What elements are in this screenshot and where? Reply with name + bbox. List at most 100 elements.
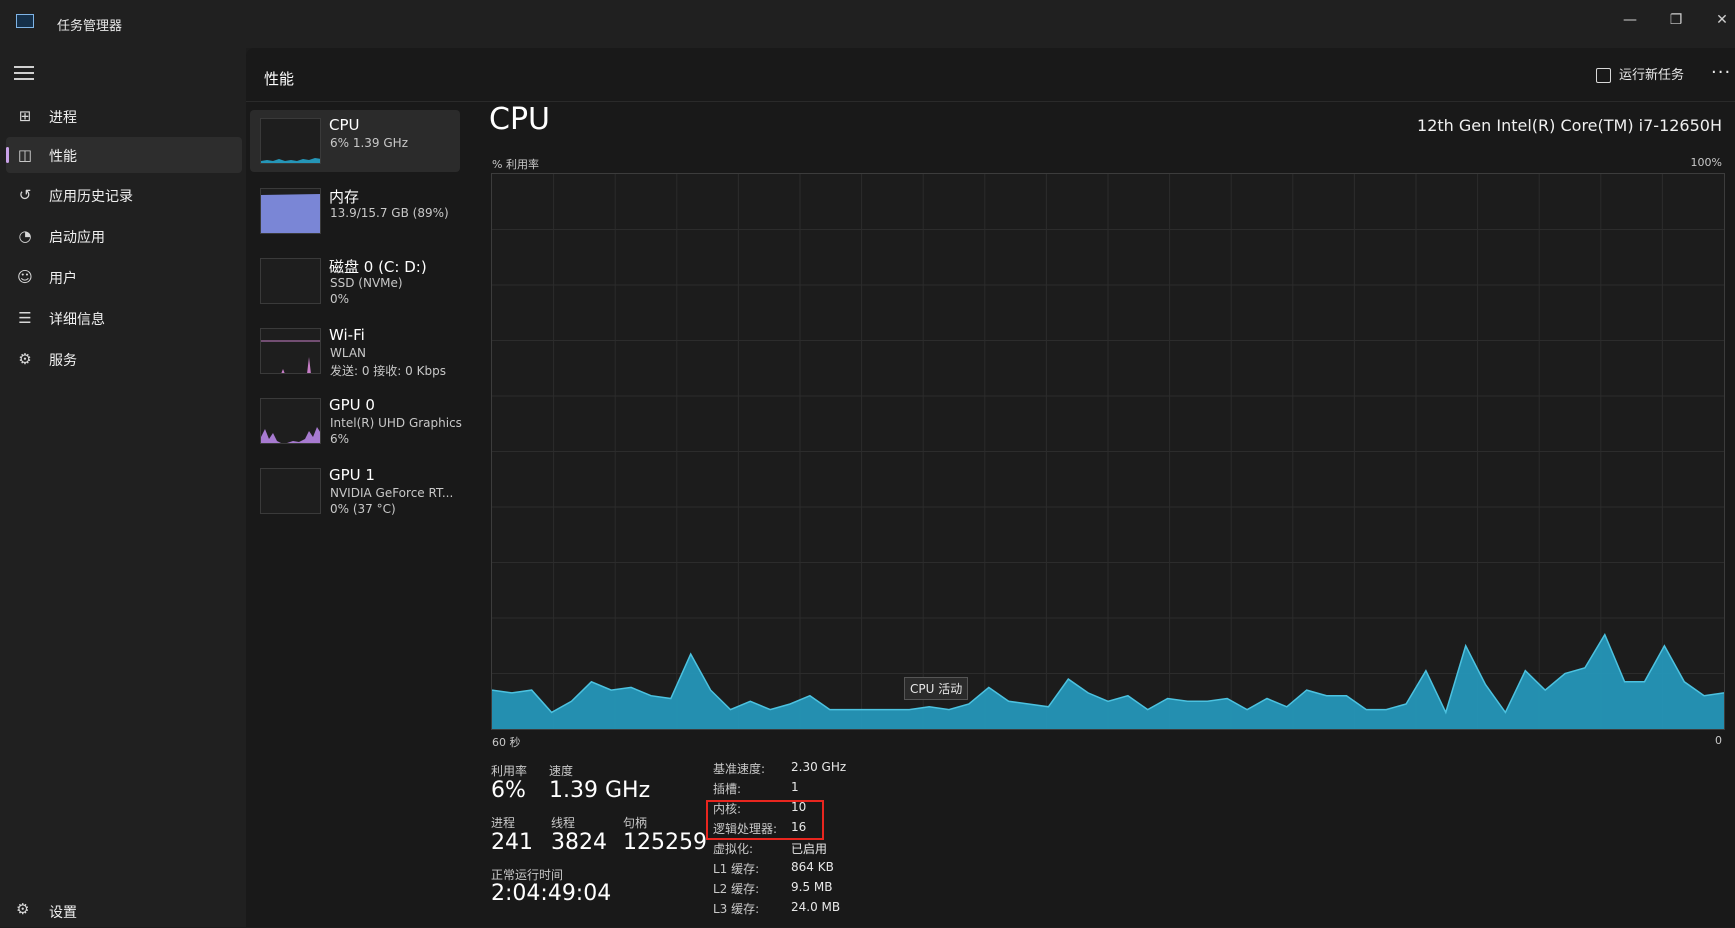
cpu-thumbnail-graph [261, 158, 320, 163]
highlight-box [706, 800, 824, 840]
memory-thumbnail-graph [261, 194, 320, 233]
time-start-label: 60 秒 [492, 736, 521, 749]
spec-label: L1 缓存: [713, 862, 760, 876]
threads-label: 线程 [551, 816, 576, 830]
processes-label: 进程 [491, 816, 516, 830]
spec-label: L3 缓存: [713, 902, 760, 916]
device-memory[interactable]: 内存 13.9/15.7 GB (89%) [250, 180, 460, 242]
window-title: 任务管理器 [57, 19, 123, 34]
device-disk-0[interactable]: 磁盘 0 (C: D:) SSD (NVMe) 0% [250, 250, 460, 312]
header-divider [246, 101, 1735, 102]
spec-value: 864 KB [791, 860, 834, 874]
device-gpu-0[interactable]: GPU 0 Intel(R) UHD Graphics 6% [250, 390, 462, 452]
sidebar-item-startup-apps[interactable]: ◔ 启动应用 [6, 218, 242, 254]
speed-value: 1.39 GHz [549, 778, 651, 803]
menu-icon[interactable] [14, 66, 34, 82]
spec-label: 插槽: [713, 782, 742, 796]
spec-value: 24.0 MB [791, 900, 841, 914]
cpu-thumbnail [260, 118, 321, 164]
history-icon: ↺ [18, 186, 32, 204]
cpu-usage-graph[interactable] [491, 173, 1725, 730]
device-list: CPU 6% 1.39 GHz 内存 13.9/15.7 GB (89%) 磁盘… [250, 110, 462, 530]
spec-value: 9.5 MB [791, 880, 833, 894]
run-task-icon [1596, 68, 1611, 83]
spec-value: 2.30 GHz [791, 760, 847, 774]
performance-icon: ◫ [17, 146, 33, 164]
uptime-value: 2:04:49:04 [491, 881, 612, 906]
run-new-task-button[interactable]: 运行新任务 [1596, 64, 1684, 88]
device-detail: 6% [330, 432, 350, 446]
memory-thumbnail [260, 188, 321, 234]
device-name: GPU 0 [329, 396, 375, 414]
sidebar-item-label: 用户 [49, 271, 77, 287]
disk-thumbnail [260, 258, 321, 304]
device-name: GPU 1 [329, 466, 375, 484]
cpu-model: 12th Gen Intel(R) Core(TM) i7-12650H [1417, 116, 1722, 135]
sidebar-item-label: 服务 [49, 353, 77, 369]
cpu-title: CPU [489, 102, 550, 137]
disk-thumbnail-graph [261, 259, 321, 304]
handles-value: 125259 [623, 830, 707, 855]
close-button[interactable]: ✕ [1710, 8, 1734, 32]
device-name: 磁盘 0 (C: D:) [329, 258, 427, 276]
handles-label: 句柄 [623, 816, 648, 830]
max-percent-label: 100% [1690, 156, 1722, 169]
title-bar: 任务管理器 — ❐ ✕ [0, 0, 1735, 48]
time-end-label: 0 [1715, 734, 1722, 747]
device-detail: NVIDIA GeForce RT... [330, 486, 454, 500]
gpu0-thumbnail [260, 398, 321, 444]
cpu-activity-tooltip: CPU 活动 [904, 677, 969, 700]
active-indicator [6, 147, 9, 163]
details-icon: ☰ [18, 309, 32, 327]
device-name: Wi-Fi [329, 326, 365, 344]
spec-label: 虚拟化: [713, 842, 754, 856]
sidebar-item-label: 性能 [49, 149, 77, 165]
services-icon: ⚙ [18, 350, 32, 368]
threads-value: 3824 [551, 830, 607, 855]
settings-label: 设置 [49, 905, 77, 921]
gear-icon: ⚙ [16, 900, 30, 918]
settings-button[interactable]: ⚙ 设置 [6, 898, 206, 928]
utilization-value: 6% [491, 778, 526, 803]
gpu1-thumbnail [260, 468, 321, 514]
spec-value: 1 [791, 780, 799, 794]
startup-icon: ◔ [18, 227, 32, 245]
sidebar-item-users[interactable]: ☺ 用户 [6, 259, 242, 295]
processes-icon: ⊞ [18, 107, 32, 125]
cpu-graph-svg [491, 174, 1725, 729]
device-detail: 6% 1.39 GHz [330, 136, 409, 150]
device-name: CPU [329, 116, 360, 134]
sidebar-item-label: 应用历史记录 [49, 189, 133, 205]
device-cpu[interactable]: CPU 6% 1.39 GHz [250, 110, 460, 172]
processes-value: 241 [491, 830, 533, 855]
speed-label: 速度 [549, 764, 574, 778]
spec-label: 基准速度: [713, 762, 766, 776]
sidebar-item-details[interactable]: ☰ 详细信息 [6, 300, 242, 336]
sidebar: ⊞ 进程 ◫ 性能 ↺ 应用历史记录 ◔ 启动应用 ☺ 用户 ☰ 详细信息 ⚙ … [0, 48, 246, 927]
restore-button[interactable]: ❐ [1664, 8, 1688, 32]
run-new-task-label: 运行新任务 [1619, 68, 1685, 83]
sidebar-item-app-history[interactable]: ↺ 应用历史记录 [6, 177, 242, 213]
device-detail: Intel(R) UHD Graphics [330, 416, 462, 430]
gpu0-thumbnail-graph [261, 427, 320, 443]
device-detail: WLAN [330, 346, 367, 360]
sidebar-item-label: 启动应用 [49, 230, 105, 246]
device-name: 内存 [329, 188, 360, 206]
sidebar-item-label: 详细信息 [49, 312, 105, 328]
more-options-button[interactable]: ··· [1711, 62, 1731, 83]
device-detail: 发送: 0 接收: 0 Kbps [330, 364, 446, 378]
sidebar-item-processes[interactable]: ⊞ 进程 [6, 98, 242, 134]
device-wifi[interactable]: Wi-Fi WLAN 发送: 0 接收: 0 Kbps [250, 320, 460, 382]
spec-label: L2 缓存: [713, 882, 760, 896]
device-detail: 0% (37 °C) [330, 502, 396, 516]
device-detail: 0% [330, 292, 350, 306]
device-gpu-1[interactable]: GPU 1 NVIDIA GeForce RT... 0% (37 °C) [250, 460, 460, 522]
page-title: 性能 [264, 70, 295, 88]
sidebar-item-performance[interactable]: ◫ 性能 [6, 137, 242, 173]
utilization-label: 利用率 [491, 764, 528, 778]
sidebar-item-label: 进程 [49, 110, 77, 126]
utilization-axis-label: % 利用率 [492, 158, 539, 171]
users-icon: ☺ [17, 268, 33, 286]
sidebar-item-services[interactable]: ⚙ 服务 [6, 341, 242, 377]
minimize-button[interactable]: — [1618, 8, 1642, 32]
